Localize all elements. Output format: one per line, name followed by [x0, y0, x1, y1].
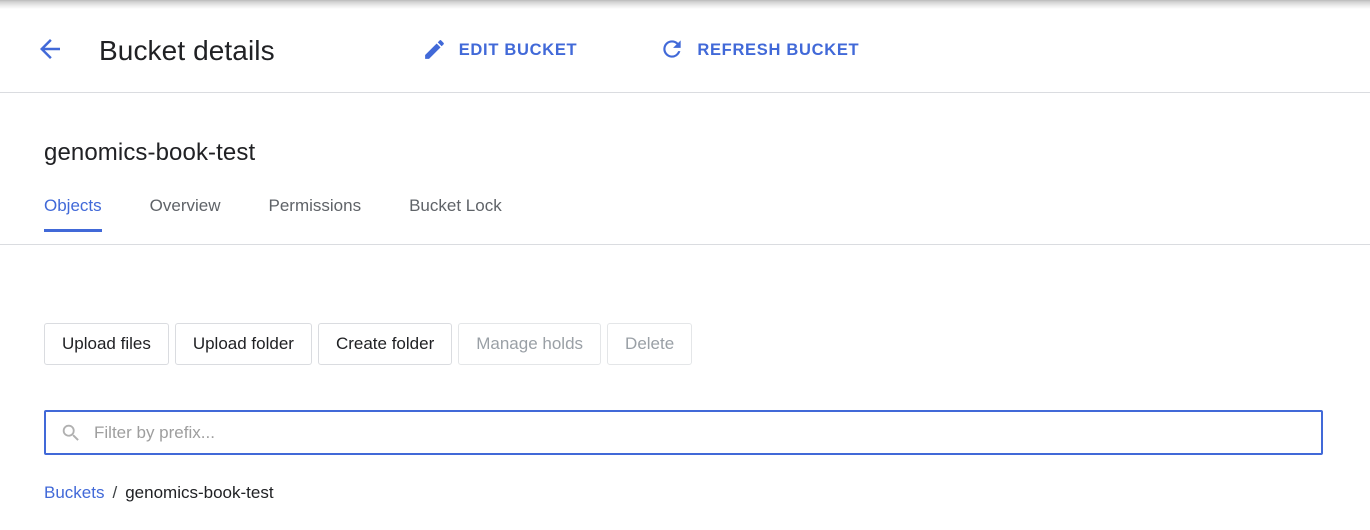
header-divider	[0, 92, 1370, 93]
manage-holds-button: Manage holds	[458, 323, 602, 365]
object-toolbar: Upload files Upload folder Create folder…	[44, 323, 693, 365]
pencil-icon	[422, 37, 447, 65]
page-header: Bucket details EDIT BUCKET REFRESH BUCKE…	[0, 9, 1370, 92]
filter-by-prefix-input[interactable]	[94, 412, 1321, 453]
page-title: Bucket details	[99, 34, 275, 66]
tab-bar: Objects Overview Permissions Bucket Lock	[44, 196, 550, 232]
edit-bucket-button[interactable]: EDIT BUCKET	[422, 37, 578, 65]
tab-objects[interactable]: Objects	[44, 196, 102, 232]
tab-permissions[interactable]: Permissions	[269, 196, 362, 232]
breadcrumb: Buckets / genomics-book-test	[44, 483, 274, 503]
edit-bucket-label: EDIT BUCKET	[458, 41, 578, 59]
breadcrumb-current: genomics-book-test	[125, 483, 274, 502]
refresh-bucket-label: REFRESH BUCKET	[697, 41, 860, 59]
breadcrumb-buckets-link[interactable]: Buckets	[44, 483, 104, 503]
tab-overview[interactable]: Overview	[150, 196, 221, 232]
filter-field[interactable]	[44, 410, 1323, 455]
back-button[interactable]	[28, 29, 72, 73]
tabs-divider	[0, 244, 1370, 245]
breadcrumb-separator: /	[112, 483, 118, 502]
refresh-icon	[659, 36, 685, 65]
delete-button: Delete	[607, 323, 693, 365]
bucket-name: genomics-book-test	[44, 139, 256, 166]
tab-bucket-lock[interactable]: Bucket Lock	[409, 196, 502, 232]
top-scroll-shadow	[0, 0, 1370, 9]
upload-folder-button[interactable]: Upload folder	[174, 323, 312, 365]
create-folder-button[interactable]: Create folder	[317, 323, 453, 365]
search-icon	[60, 422, 82, 444]
upload-files-button[interactable]: Upload files	[44, 323, 169, 365]
arrow-left-icon	[35, 34, 65, 67]
refresh-bucket-button[interactable]: REFRESH BUCKET	[659, 36, 859, 65]
